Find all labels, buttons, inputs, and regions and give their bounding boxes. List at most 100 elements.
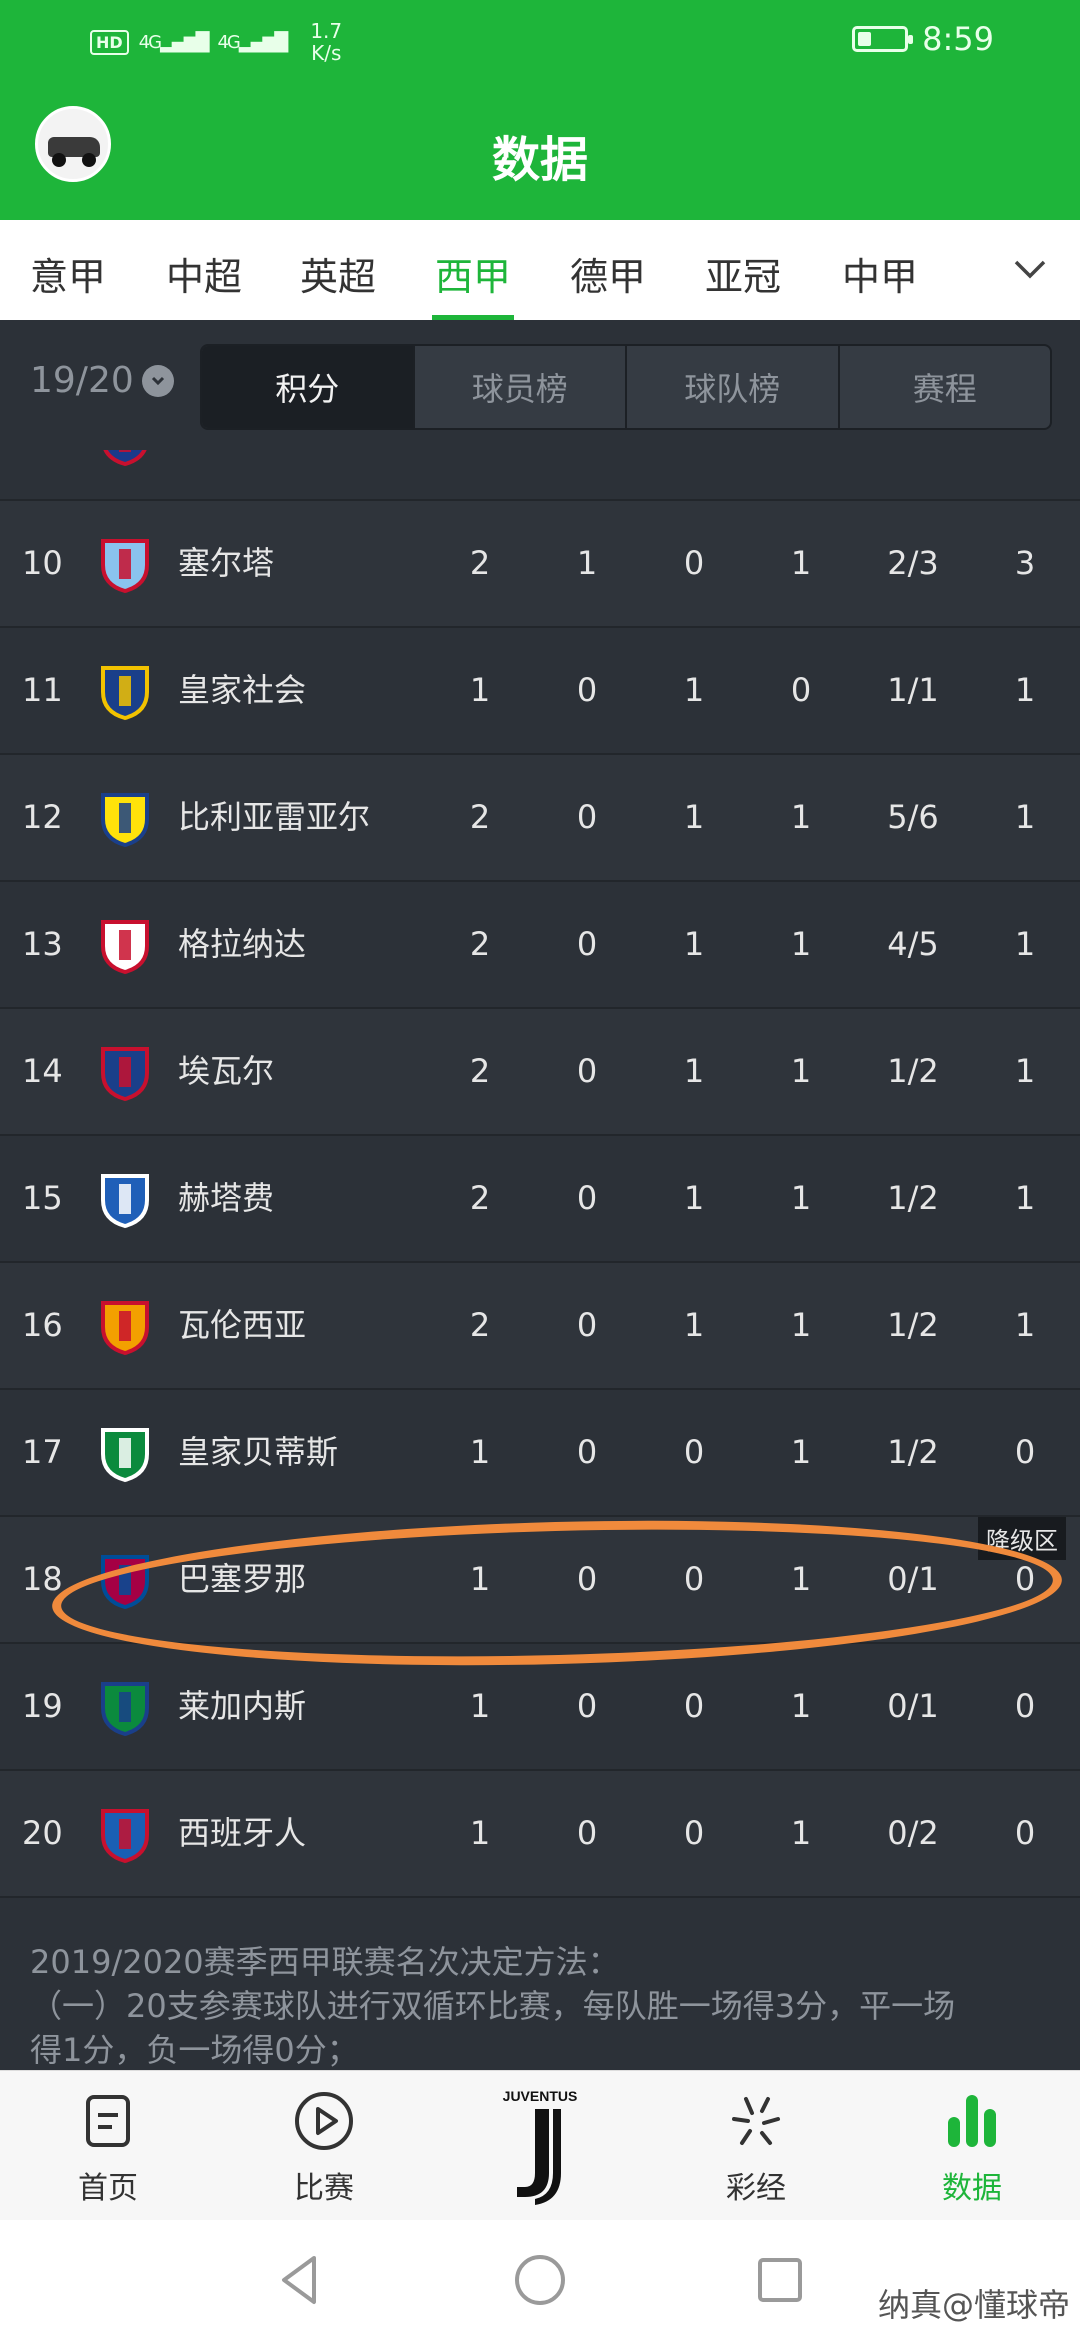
season-selector[interactable]: 19/20 — [30, 360, 174, 401]
tab-la-liga[interactable]: 西甲 — [435, 246, 511, 301]
won: 0 — [576, 798, 598, 836]
won: 0 — [576, 1179, 598, 1217]
home-icon[interactable] — [510, 2250, 570, 2310]
lottery-icon — [732, 2097, 780, 2145]
team-crest-icon — [101, 1174, 149, 1229]
drawn: 1 — [683, 1179, 705, 1217]
goals: 1/2 — [887, 1433, 939, 1471]
points: 0 — [1014, 1814, 1036, 1852]
played: 2 — [469, 925, 491, 963]
tab-csl[interactable]: 中超 — [166, 246, 242, 301]
juventus-logo[interactable]: JUVENTUS — [495, 2081, 585, 2211]
network-speed: 1.7 K/s — [296, 20, 356, 64]
table-row[interactable]: 20 西班牙人 1 0 0 1 0/2 0 — [0, 1771, 1080, 1898]
goals: 2/2 — [868, 450, 958, 499]
played: 1 — [469, 1433, 491, 1471]
standings-table[interactable]: 9莱万特21012/2310塞尔塔21012/3311皇家社会10101/111… — [0, 450, 1080, 1920]
segmented-control: 积分 球员榜 球队榜 赛程 — [200, 344, 1052, 430]
team-name: 西班牙人 — [178, 1814, 307, 1852]
points: 1 — [1014, 1052, 1036, 1090]
bottom-nav: 首页 比赛 JUVENTUS 彩经 数据 — [0, 2070, 1080, 2220]
tab-bundesliga[interactable]: 德甲 — [570, 246, 646, 301]
table-row[interactable]: 11 皇家社会 1 0 1 0 1/1 1 — [0, 628, 1080, 755]
nav-home[interactable]: 首页 — [48, 2089, 168, 2207]
goals: 1/2 — [887, 1179, 939, 1217]
points: 1 — [1014, 671, 1036, 709]
table-row[interactable]: 17 皇家贝蒂斯 1 0 0 1 1/2 0 — [0, 1390, 1080, 1517]
tab-player-rankings[interactable]: 球员榜 — [412, 346, 626, 428]
rank: 13 — [22, 925, 63, 963]
league-tabs: 意甲 中超 英超 西甲 德甲 亚冠 中甲 — [0, 220, 1080, 320]
goals: 4/5 — [887, 925, 939, 963]
lost: 1 — [790, 1814, 812, 1852]
team-crest-icon — [101, 539, 149, 594]
team-name: 埃瓦尔 — [178, 1052, 275, 1090]
tab-serie-a[interactable]: 意甲 — [30, 246, 106, 301]
nav-matches[interactable]: 比赛 — [264, 2089, 384, 2207]
table-row[interactable]: 15 赫塔费 2 0 1 1 1/2 1 — [0, 1136, 1080, 1263]
status-bar: HD 4G▂▄▆█ 4G▂▄▆█ 1.7 K/s 8:59 — [0, 0, 1080, 82]
team-crest-icon — [101, 1809, 149, 1864]
goals: 5/6 — [887, 798, 939, 836]
drawn: 0 — [683, 1687, 705, 1725]
season-label: 19/20 — [30, 360, 134, 401]
rank: 16 — [22, 1306, 63, 1344]
team-name: 赫塔费 — [178, 1179, 275, 1217]
status-left: HD 4G▂▄▆█ 4G▂▄▆█ 1.7 K/s — [90, 20, 356, 64]
rank: 14 — [22, 1052, 63, 1090]
signal-icon: 4G▂▄▆█ — [138, 31, 210, 53]
points: 1 — [1014, 798, 1036, 836]
points: 1 — [1014, 1179, 1036, 1217]
team-crest-icon — [101, 1047, 149, 1102]
lost: 1 — [790, 798, 812, 836]
system-nav-bar: 纳真@懂球帝 — [0, 2220, 1080, 2340]
won: 1 — [567, 450, 607, 499]
team-name: 塞尔塔 — [178, 544, 275, 582]
watermark: 纳真@懂球帝 — [877, 2286, 1070, 2324]
drawn: 1 — [683, 1052, 705, 1090]
tab-team-rankings[interactable]: 球队榜 — [625, 346, 838, 428]
nav-label: 首页 — [78, 2171, 138, 2206]
bar-chart-icon — [948, 2095, 996, 2147]
tab-standings[interactable]: 积分 — [202, 346, 413, 428]
hd-badge: HD — [90, 29, 129, 55]
table-row[interactable]: 13 格拉纳达 2 0 1 1 4/5 1 — [0, 882, 1080, 1009]
table-row[interactable]: 12 比利亚雷亚尔 2 0 1 1 5/6 1 — [0, 755, 1080, 882]
document-icon — [86, 2095, 130, 2147]
team-name: 皇家社会 — [178, 671, 307, 709]
team-crest-icon — [101, 920, 149, 975]
points: 0 — [1014, 1433, 1036, 1471]
team-name: 格拉纳达 — [178, 925, 307, 963]
team-crest-icon — [101, 1682, 149, 1737]
played: 2 — [469, 1306, 491, 1344]
drawn: 1 — [683, 671, 705, 709]
played: 2 — [469, 798, 491, 836]
table-row[interactable]: 16 瓦伦西亚 2 0 1 1 1/2 1 — [0, 1263, 1080, 1390]
goals: 1/2 — [887, 1306, 939, 1344]
tab-schedule[interactable]: 赛程 — [837, 346, 1051, 428]
speed-value: 1.7 — [310, 19, 343, 43]
nav-data[interactable]: 数据 — [912, 2089, 1032, 2207]
table-row[interactable]: 10 塞尔塔 2 1 0 1 2/3 3 — [0, 501, 1080, 628]
table-row[interactable]: 9 莱万特 2 1 0 1 2/2 3 — [0, 450, 1080, 501]
nav-lottery[interactable]: 彩经 — [696, 2089, 816, 2207]
goals: 2/3 — [887, 544, 939, 582]
play-icon — [295, 2092, 353, 2150]
won: 0 — [576, 1306, 598, 1344]
back-icon[interactable] — [270, 2250, 330, 2310]
tab-afc-champions[interactable]: 亚冠 — [705, 246, 781, 301]
recents-icon[interactable] — [750, 2250, 810, 2310]
points: 3 — [1005, 450, 1045, 499]
table-row[interactable]: 14 埃瓦尔 2 0 1 1 1/2 1 — [0, 1009, 1080, 1136]
team-crest-icon — [103, 450, 147, 467]
drawn: 1 — [683, 925, 705, 963]
team-crest-icon — [101, 666, 149, 721]
tab-premier-league[interactable]: 英超 — [300, 246, 376, 301]
points: 1 — [1014, 925, 1036, 963]
nav-label: 比赛 — [294, 2171, 354, 2206]
juventus-wordmark: JUVENTUS — [503, 2088, 578, 2104]
goals: 1/2 — [887, 1052, 939, 1090]
tab-china-league-one[interactable]: 中甲 — [842, 246, 918, 301]
lost: 1 — [790, 1052, 812, 1090]
chevron-down-icon[interactable] — [1010, 250, 1050, 290]
